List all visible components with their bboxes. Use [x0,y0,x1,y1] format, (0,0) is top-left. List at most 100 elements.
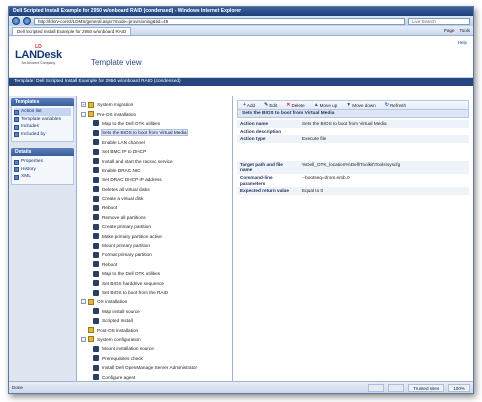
nav-item[interactable]: Action list [14,108,71,116]
toolbar-button-move-down[interactable]: ▼ Move down [343,101,378,109]
toolbar-button-delete[interactable]: ✕ Delete [283,101,307,109]
back-icon[interactable] [12,17,20,25]
tree-action[interactable]: Set BIOS harddrive sequence [81,278,232,287]
expand-icon[interactable]: + [81,102,86,108]
property-name: Expected return value [240,188,289,194]
toolbar-label: Edit [269,102,278,108]
toolbar-button-add[interactable]: + Add [240,101,258,109]
nav-item[interactable]: Template variables [14,116,71,124]
tree-action[interactable]: Install Dell OpenManage Server Administr… [81,363,232,372]
tree-action[interactable]: Enable DRAC NIC [81,166,232,175]
action-icon [93,139,99,146]
action-icon [93,158,99,165]
main-area: Templates Action list Template variables In… [9,96,473,381]
toolbar-button-move-up[interactable]: ▲ Move up [311,101,341,109]
tree-action[interactable]: Set DRAC DHCP IP address [81,175,232,184]
tree-action[interactable]: Make primary partition active [81,231,232,240]
status-bar: Done Trusted sites 100% [9,381,473,393]
action-icon [93,317,99,324]
tree-action[interactable]: Create primary partition [81,222,232,231]
action-properties: Action name Sets the BIOS to boot from Vi… [237,120,469,143]
nav-item[interactable]: Includes [14,123,71,131]
tree-action[interactable]: Configure agent [81,372,232,381]
tools-menu[interactable]: Tools [459,28,470,33]
status-segment [368,383,385,392]
nav-item[interactable]: History [14,166,71,174]
tree-action[interactable]: Scripted Install [81,316,232,325]
help-link[interactable]: Help [458,40,467,45]
address-bar[interactable]: http://ldsrv-core2/LDMS/general.aspx?mod… [34,17,405,25]
action-icon [93,289,99,296]
tree-action[interactable]: Mount primary partition [81,241,232,250]
toolbar-label: Move up [319,102,338,108]
tree-group[interactable]: - System configuration [81,335,232,344]
folder-icon [88,298,94,305]
tree-action[interactable]: Map to the Dell OTK utilities [81,119,232,128]
command-bar: Page Tools [444,28,470,33]
toolbar-label: Move down [352,102,376,108]
panel-header-1[interactable]: Details [11,148,74,156]
tree-action[interactable]: Enable LAN channel [81,138,232,147]
tree-label: System migration [97,102,134,108]
action-icon [93,195,99,202]
action-tree: + System migration - Pre-OS installation Map… [77,96,233,381]
action-icon [93,364,99,371]
tree-label: Set BIOS harddrive sequence [102,280,165,286]
nav-item-label: Included by [21,131,46,137]
tree-action[interactable]: Remove all partitions [81,213,232,222]
tree-label: Map install source [102,308,140,314]
tree-action[interactable]: Reboot [81,260,232,269]
toolbar-button-edit[interactable]: ✎ Edit [261,101,280,109]
page-menu[interactable]: Page [444,28,455,33]
nav-item[interactable]: XML [14,173,71,181]
move-up-icon: ▲ [313,102,319,108]
property-value: --bootseq=drom.emb.0 [302,174,350,180]
expand-icon[interactable]: - [81,111,86,117]
tree-label: Reboot [102,261,118,267]
property-name: Action description [240,128,282,134]
tree-action[interactable]: Mount installation source [81,344,232,353]
tree-action[interactable]: Format primary partition [81,250,232,259]
tree-action[interactable]: Map install source [81,307,232,316]
zoom-level[interactable]: 100% [448,383,470,392]
tree-group[interactable]: + System migration [81,100,232,109]
status-segment [388,383,405,392]
tree-action[interactable]: Install and start the racsvc service [81,156,232,165]
tree-label: Create a virtual disk [102,196,144,202]
toolbar-button-refresh[interactable]: ↻ Refresh [382,101,409,109]
nav-item[interactable]: Properties [14,158,71,166]
expand-icon[interactable]: - [81,299,86,305]
tree-group[interactable]: - Pre-OS installation [81,109,232,118]
property-row: Action name Sets the BIOS to boot from Vi… [237,120,469,128]
tree-action[interactable]: Prerequisites check [81,354,232,363]
forward-icon[interactable] [23,17,31,25]
tree-label: Enable DRAC NIC [102,167,141,173]
tree-action[interactable]: Deletes all virtual disks [81,185,232,194]
tab-row: Dell Scripted Install Example for 2950 w… [9,26,473,36]
delete-icon: ✕ [286,102,291,108]
property-name: Action type [240,136,266,142]
tree-action[interactable]: Set BIOS to boot from the RAID [81,288,232,297]
nav-item[interactable]: Included by [14,131,71,139]
tree-label: Deletes all virtual disks [102,186,150,192]
panel-header-0[interactable]: Templates [11,98,74,106]
action-icon [93,186,99,193]
search-input[interactable]: Live Search [408,17,470,25]
tree-action[interactable]: Sets the BIOS to boot from Virtual Media [81,128,232,137]
tree-group[interactable]: - OS installation [81,297,232,306]
tree-label: OS installation [97,299,128,305]
tree-group[interactable]: Post-OS installation [81,325,232,334]
tree-action[interactable]: Create a virtual disk [81,194,232,203]
expand-icon[interactable]: - [81,336,86,342]
tree-label: Set BMC IP to DHCP [102,149,147,155]
tree-label: Post-OS installation [97,327,139,333]
tree-action[interactable]: Set BMC IP to DHCP [81,147,232,156]
edit-icon: ✎ [264,102,269,108]
left-panel: Templates Action list Template variables In… [9,96,77,381]
tree-action[interactable]: Reboot [81,203,232,212]
browser-tab[interactable]: Dell Scripted Install Example for 2950 w… [12,26,132,35]
detail-panel: + Add ✎ Edit ✕ Delete ▲ Move up ▼ Move down ↻ Refre… [233,96,473,381]
action-icon [93,120,99,127]
tree-action[interactable]: Map to the Dell OTK utilities [81,269,232,278]
folder-icon [88,327,94,334]
